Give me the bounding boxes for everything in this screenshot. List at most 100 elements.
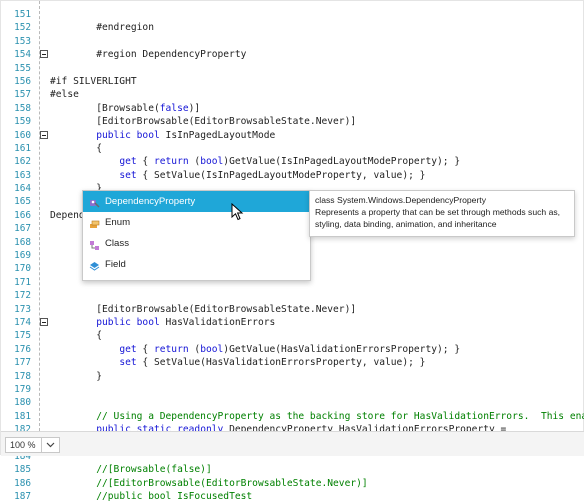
line-number: 185: [14, 464, 31, 476]
tooltip-description-line2: styling, data binding, animation, and in…: [315, 219, 497, 229]
code-line[interactable]: 181 // Using a DependencyProperty as the…: [1, 410, 584, 423]
code-line[interactable]: 156 #if SILVERLIGHT: [1, 75, 584, 88]
code-text: #if SILVERLIGHT: [50, 75, 137, 87]
code-line[interactable]: 162 get { return (bool)GetValue(IsInPage…: [1, 155, 584, 168]
code-line[interactable]: 152 #endregion: [1, 21, 584, 34]
line-number: 161: [14, 142, 31, 154]
field-icon: [89, 259, 100, 271]
code-text: public bool IsInPagedLayoutMode: [96, 129, 276, 141]
collapse-region-icon[interactable]: [40, 317, 48, 326]
enum-icon: [89, 217, 100, 228]
line-number: 171: [14, 276, 31, 288]
code-line[interactable]: 155: [1, 62, 584, 75]
completion-item[interactable]: Class: [83, 233, 310, 254]
code-line[interactable]: 172: [1, 289, 584, 302]
completion-item-label: Enum: [105, 217, 131, 228]
code-line[interactable]: 161 {: [1, 142, 584, 155]
code-text: //[EditorBrowsable(EditorBrowsableState.…: [96, 477, 368, 489]
code-line[interactable]: 158 [Browsable(false)]: [1, 102, 584, 115]
line-number: 157: [14, 89, 31, 101]
line-number: 169: [14, 250, 31, 262]
code-text: Depend: [50, 209, 85, 221]
code-text: #else: [50, 89, 79, 101]
line-number: 179: [14, 383, 31, 395]
line-number: 154: [14, 49, 31, 61]
completion-list[interactable]: DependencyProperty Enum Class Field: [82, 190, 311, 281]
line-number: 158: [14, 102, 31, 114]
line-number: 176: [14, 343, 31, 355]
code-line[interactable]: 173 [EditorBrowsable(EditorBrowsableStat…: [1, 303, 584, 316]
property-icon: [89, 196, 100, 208]
code-text: set { SetValue(IsInPagedLayoutModeProper…: [119, 169, 426, 181]
code-line[interactable]: 157 #else: [1, 88, 584, 101]
tooltip-description-line1: Represents a property that can be set th…: [315, 207, 561, 217]
completion-item[interactable]: Field: [83, 254, 310, 275]
completion-item-label: Field: [105, 259, 126, 270]
code-line[interactable]: 163 set { SetValue(IsInPagedLayoutModePr…: [1, 169, 584, 182]
code-text: // Using a DependencyProperty as the bac…: [96, 410, 584, 422]
line-number: 177: [14, 357, 31, 369]
collapse-region-icon[interactable]: [40, 50, 48, 59]
code-text: set { SetValue(HasValidationErrorsProper…: [119, 357, 426, 369]
line-number: 164: [14, 183, 31, 195]
code-line[interactable]: 160 public bool IsInPagedLayoutMode: [1, 129, 584, 142]
code-line[interactable]: 186 //[EditorBrowsable(EditorBrowsableSt…: [1, 477, 584, 490]
code-text: {: [50, 142, 102, 154]
mouse-cursor-icon: [231, 203, 244, 221]
line-number: 187: [14, 491, 31, 503]
code-text: [Browsable(false)]: [50, 102, 201, 114]
line-number: 175: [14, 330, 31, 342]
line-number: 155: [14, 62, 31, 74]
code-line[interactable]: 151: [1, 8, 584, 21]
code-text: {: [50, 330, 102, 342]
line-number: 167: [14, 223, 31, 235]
code-text: //public bool IsFocusedTest: [96, 491, 253, 503]
line-number: 174: [14, 316, 31, 328]
code-text: #endregion: [50, 22, 154, 34]
code-line[interactable]: 154 #region DependencyProperty: [1, 48, 584, 61]
line-number: 159: [14, 116, 31, 128]
line-number: 186: [14, 477, 31, 489]
line-number: 163: [14, 169, 31, 181]
code-text: [EditorBrowsable(EditorBrowsableState.Ne…: [50, 116, 357, 128]
line-number: 168: [14, 236, 31, 248]
line-number: 180: [14, 397, 31, 409]
code-text: }: [50, 370, 102, 382]
code-line[interactable]: 175 {: [1, 329, 584, 342]
line-number: 166: [14, 209, 31, 221]
code-line[interactable]: 187 //public bool IsFocusedTest: [1, 490, 584, 503]
chevron-down-icon[interactable]: [41, 438, 59, 452]
line-number: 153: [14, 35, 31, 47]
zoom-dropdown[interactable]: 100 %: [5, 437, 60, 453]
code-line[interactable]: 178 }: [1, 370, 584, 383]
code-text: get { return (bool)GetValue(HasValidatio…: [119, 343, 461, 355]
code-text: get { return (bool)GetValue(IsInPagedLay…: [119, 156, 461, 168]
completion-tooltip: class System.Windows.DependencyProperty …: [309, 190, 575, 237]
line-number: 173: [14, 303, 31, 315]
line-number: 162: [14, 156, 31, 168]
code-line[interactable]: 153: [1, 35, 584, 48]
code-line[interactable]: 176 get { return (bool)GetValue(HasValid…: [1, 343, 584, 356]
code-line[interactable]: 185 //[Browsable(false)]: [1, 463, 584, 476]
completion-item[interactable]: DependencyProperty: [83, 191, 310, 212]
code-editor[interactable]: 151 152 #endregion 153 154 #region Dependen…: [0, 0, 584, 502]
status-bar: 100 %: [1, 431, 584, 456]
line-number: 156: [14, 75, 31, 87]
code-line[interactable]: 159 [EditorBrowsable(EditorBrowsableStat…: [1, 115, 584, 128]
vertical-scrollbar[interactable]: [575, 1, 584, 431]
line-number: 172: [14, 290, 31, 302]
code-line[interactable]: 180: [1, 396, 584, 409]
code-line[interactable]: 177 set { SetValue(HasValidationErrorsPr…: [1, 356, 584, 369]
line-number: 160: [14, 129, 31, 141]
code-line[interactable]: 179: [1, 383, 584, 396]
collapse-region-icon[interactable]: [40, 130, 48, 139]
completion-item-label: Class: [105, 238, 129, 249]
line-number: 170: [14, 263, 31, 275]
completion-item[interactable]: Enum: [83, 212, 310, 233]
code-text: [EditorBrowsable(EditorBrowsableState.Ne…: [50, 303, 357, 315]
line-number: 151: [14, 9, 31, 20]
line-number: 165: [14, 196, 31, 208]
code-text: public bool HasValidationErrors: [96, 316, 276, 328]
tooltip-signature: class System.Windows.DependencyProperty: [315, 195, 486, 205]
code-line[interactable]: 174 public bool HasValidationErrors: [1, 316, 584, 329]
